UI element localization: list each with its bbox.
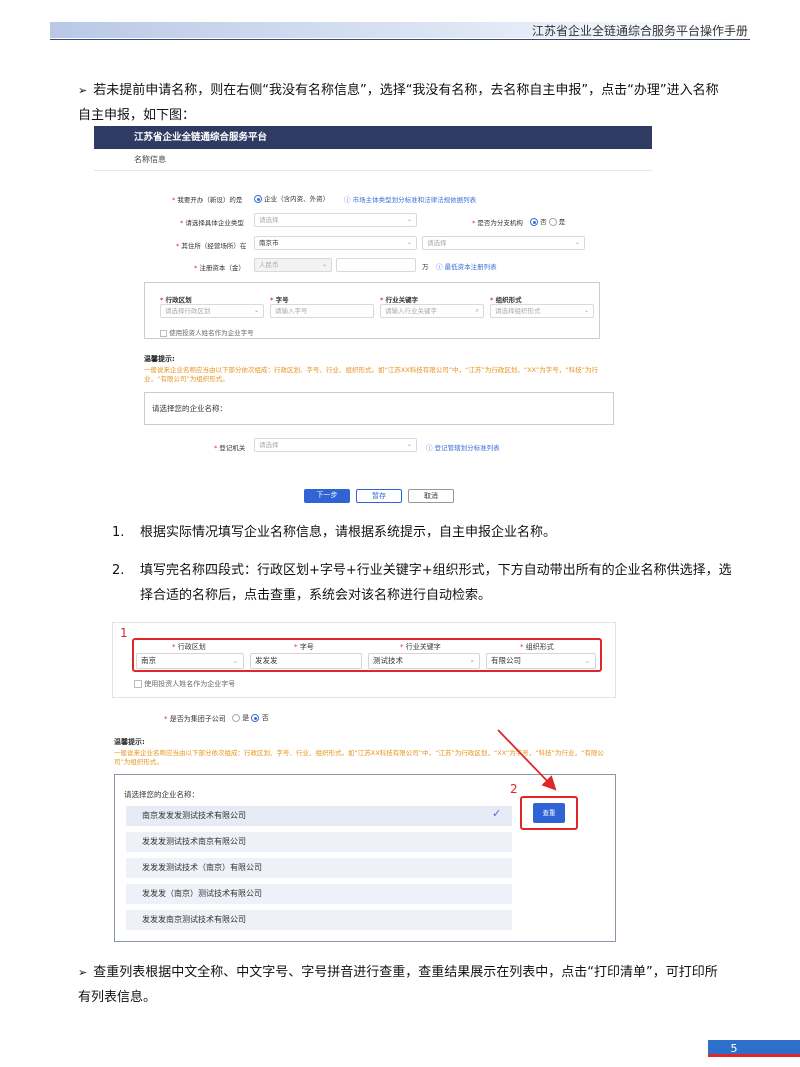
tip-title: 温馨提示: <box>114 738 145 746</box>
name-option[interactable]: 发发发（南京）测试技术有限公司 <box>126 884 512 904</box>
company-type-label: * 请选择具体企业类型 <box>180 219 244 227</box>
chevron-down-icon: ⌄ <box>574 239 580 246</box>
trade-name-input[interactable]: 请输入字号 <box>270 304 374 318</box>
chevron-down-icon: ⌄ <box>406 441 412 448</box>
district-label: * 行政区划 <box>160 296 192 304</box>
currency-select[interactable]: 人民币 ⌄ <box>254 258 332 272</box>
checkbox-icon <box>134 680 142 688</box>
industry-keyword-label: * 行业关键字 <box>380 296 419 304</box>
org-form-select[interactable]: 有限公司 ⌄ <box>486 653 596 669</box>
bullet-arrow-icon: ➢ <box>78 84 88 97</box>
chevron-down-icon: ⌄ <box>406 216 412 223</box>
platform-title: 江苏省企业全链通综合服务平台 <box>94 126 652 149</box>
step-number: 1. <box>112 525 125 540</box>
step-1: 1. 根据实际情况填写企业名称信息，请根据系统提示，自主申报企业名称。 <box>112 520 742 545</box>
org-form-select[interactable]: 请选择组织形式 ⌄ <box>490 304 594 318</box>
chevron-down-icon: ⌄ <box>584 657 590 665</box>
capital-label: * 注册资本（金） <box>194 264 245 272</box>
entity-type-standard-link[interactable]: ⓘ 市场主体类型划分标准和法律法规依据列表 <box>344 194 476 204</box>
capital-input[interactable] <box>336 258 416 272</box>
radio-selected-icon <box>254 195 262 203</box>
district-label: * 行政区划 <box>172 643 206 651</box>
trade-name-label: * 字号 <box>270 296 289 304</box>
investor-name-checkbox[interactable]: 使用投资人姓名作为企业字号 <box>160 327 254 337</box>
choose-name-label: 请选择您的企业名称： <box>124 790 199 799</box>
org-form-label: * 组织形式 <box>520 643 554 651</box>
group-subsidiary-radio[interactable]: 是 否 <box>232 713 269 723</box>
district-input[interactable]: 请选择行政区划 ⌄ <box>160 304 264 318</box>
district-input[interactable]: 南京 ⌄ <box>136 653 244 669</box>
min-capital-link[interactable]: ⓘ 最低资本注册列表 <box>436 261 497 271</box>
registration-authority-label: * 登记机关 <box>214 444 246 452</box>
annotation-marker-1: 1 <box>120 626 128 640</box>
registration-authority-select[interactable]: 请选择 ⌄ <box>254 438 417 452</box>
radio-selected-icon <box>530 218 538 226</box>
name-option[interactable]: 发发发测试技术（南京）有限公司 <box>126 858 512 878</box>
section-title: 名称信息 <box>94 149 652 171</box>
step-text: 根据实际情况填写企业名称信息，请根据系统提示，自主申报企业名称。 <box>140 525 557 540</box>
choose-name-label: 请选择您的企业名称： <box>152 404 227 413</box>
branch-label: * 是否为分支机构 <box>472 219 523 227</box>
name-info-form-screenshot: 江苏省企业全链通综合服务平台 名称信息 * 我要开办（新设）的是 企业（含内资、… <box>94 126 652 511</box>
annotation-arrow-icon <box>497 729 557 791</box>
trade-name-label: * 字号 <box>294 643 314 651</box>
outro-paragraph: ➢ 查重列表根据中文全称、中文字号、字号拼音进行查重，查重结果展示在列表中，点击“… <box>78 960 728 1010</box>
trade-name-input[interactable]: 发发发 <box>250 653 362 669</box>
group-subsidiary-label: * 是否为集团子公司 <box>164 715 226 723</box>
name-option[interactable]: 发发发测试技术南京有限公司 <box>126 832 512 852</box>
step-2: 2. 填写完名称四段式：行政区划+字号+行业关键字+组织形式，下方自动带出所有的企… <box>112 558 742 608</box>
intro-text: 若未提前申请名称，则在右侧“我没有名称信息”，选择“我没有名称，去名称自主申报”… <box>78 83 719 123</box>
tip-title: 温馨提示: <box>144 355 175 363</box>
page-number-bar: 5 <box>708 1040 800 1057</box>
step-number: 2. <box>112 563 125 578</box>
save-draft-button[interactable]: 暂存 <box>356 489 402 503</box>
duplicate-check-button[interactable]: 查重 <box>533 803 565 823</box>
city-select[interactable]: 南京市 ⌄ <box>254 236 417 250</box>
org-form-label: * 组织形式 <box>490 296 522 304</box>
search-icon: ⌕ <box>470 657 474 665</box>
header-divider <box>50 39 750 40</box>
capital-unit: 万 <box>422 263 429 271</box>
industry-keyword-label: * 行业关键字 <box>400 643 441 651</box>
checkbox-icon <box>160 329 167 337</box>
cancel-button[interactable]: 取消 <box>408 489 454 503</box>
entity-type-label: * 我要开办（新设）的是 <box>172 196 243 204</box>
entity-type-option[interactable]: 企业（含内资、外资） <box>254 193 329 203</box>
chevron-down-icon: ⌄ <box>232 657 238 665</box>
radio-empty-icon <box>548 218 557 226</box>
page-number: 5 <box>730 1042 738 1055</box>
chevron-down-icon: ⌄ <box>583 307 589 314</box>
branch-radio-group[interactable]: 否 是 <box>530 216 565 226</box>
radio-selected-icon <box>251 714 260 722</box>
bullet-arrow-icon: ➢ <box>78 966 88 979</box>
tip-text: 一般说来企业名称应当由以下部分依次组成：行政区划、字号、行业、组织形式。如“江苏… <box>144 366 598 383</box>
outro-text: 查重列表根据中文全称、中文字号、字号拼音进行查重，查重结果展示在列表中，点击“打… <box>78 965 718 1005</box>
radio-empty-icon <box>232 714 240 722</box>
name-option-selected[interactable]: 南京发发发测试技术有限公司 <box>126 806 512 826</box>
industry-keyword-input[interactable]: 请输入行业关键字 ⌕ <box>380 304 484 318</box>
investor-name-checkbox[interactable]: 使用投资人姓名作为企业字号 <box>134 679 235 689</box>
district-select[interactable]: 请选择 ⌄ <box>422 236 585 250</box>
intro-paragraph: ➢ 若未提前申请名称，则在右侧“我没有名称信息”，选择“我没有名称，去名称自主申报… <box>78 78 728 128</box>
checkmark-icon: ✓ <box>492 807 502 820</box>
next-step-button[interactable]: 下一步 <box>304 489 350 503</box>
document-title: 江苏省企业全链通综合服务平台操作手册 <box>531 24 748 38</box>
search-icon: ⌕ <box>475 307 479 314</box>
name-option[interactable]: 发发发南京测试技术有限公司 <box>126 910 512 930</box>
duplicate-check-screenshot: 1 * 行政区划 南京 ⌄ * 字号 发发发 * 行业关键字 测试技术 ⌕ * 组织… <box>112 622 618 944</box>
chevron-down-icon: ⌄ <box>253 307 259 314</box>
chevron-down-icon: ⌄ <box>321 261 327 268</box>
step-text: 填写完名称四段式：行政区划+字号+行业关键字+组织形式，下方自动带出所有的企业名… <box>140 563 732 603</box>
jurisdiction-standard-link[interactable]: ⓘ 登记管辖划分标准列表 <box>426 442 500 452</box>
company-type-select[interactable]: 请选择 ⌄ <box>254 213 417 227</box>
industry-keyword-input[interactable]: 测试技术 ⌕ <box>368 653 480 669</box>
address-label: * 其住所（经营场所）在 <box>176 242 247 250</box>
chevron-down-icon: ⌄ <box>406 239 412 246</box>
